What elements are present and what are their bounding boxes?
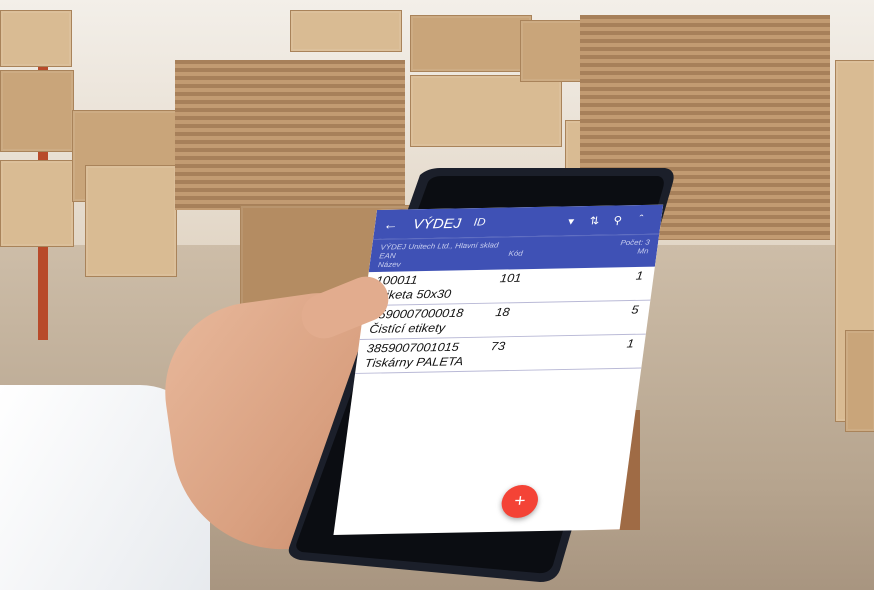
add-button[interactable]: + <box>499 484 541 519</box>
item-qty: 5 <box>630 302 640 317</box>
document-line: VÝDEJ Unitech Ltd., Hlavní sklad <box>379 240 500 252</box>
sort-icon[interactable]: ⇅ <box>582 214 607 227</box>
item-code: 101 <box>499 271 523 286</box>
list-item[interactable]: 3859007001015 73 1 Tiskárny PALETA <box>355 334 646 374</box>
search-icon[interactable]: ⚲ <box>605 213 630 227</box>
list-item[interactable]: 100011 101 1 Etiketa 50x30 <box>364 266 655 307</box>
back-arrow-icon[interactable]: ← <box>382 216 405 232</box>
list-item[interactable]: 8590007000018 18 5 Čistící etikety <box>359 300 651 340</box>
column-name: Název <box>377 259 402 270</box>
column-code: Kód <box>508 248 524 258</box>
item-qty: 1 <box>635 268 645 283</box>
caret-down-icon[interactable]: ▾ <box>559 214 584 227</box>
chevron-up-icon[interactable]: ˆ <box>629 213 654 226</box>
app-screen: ← VÝDEJ ID ▾ ⇅ ⚲ ˆ VÝDEJ Unitech Ltd., H… <box>333 204 664 535</box>
column-ean: EAN <box>378 251 397 261</box>
item-code: 73 <box>490 339 506 353</box>
item-ean: 8590007000018 <box>370 306 465 322</box>
plus-icon: + <box>513 490 527 511</box>
item-qty: 1 <box>626 336 635 351</box>
screen-title: VÝDEJ <box>412 215 463 232</box>
list-header: VÝDEJ Unitech Ltd., Hlavní sklad EAN Náz… <box>368 233 660 273</box>
item-code: 18 <box>494 305 511 320</box>
photo-scene: ← VÝDEJ ID ▾ ⇅ ⚲ ˆ VÝDEJ Unitech Ltd., H… <box>0 0 874 590</box>
item-ean: 100011 <box>375 273 419 288</box>
item-ean: 3859007001015 <box>365 340 460 356</box>
sort-field-label[interactable]: ID <box>473 217 486 229</box>
column-qty: Mn <box>636 246 650 256</box>
